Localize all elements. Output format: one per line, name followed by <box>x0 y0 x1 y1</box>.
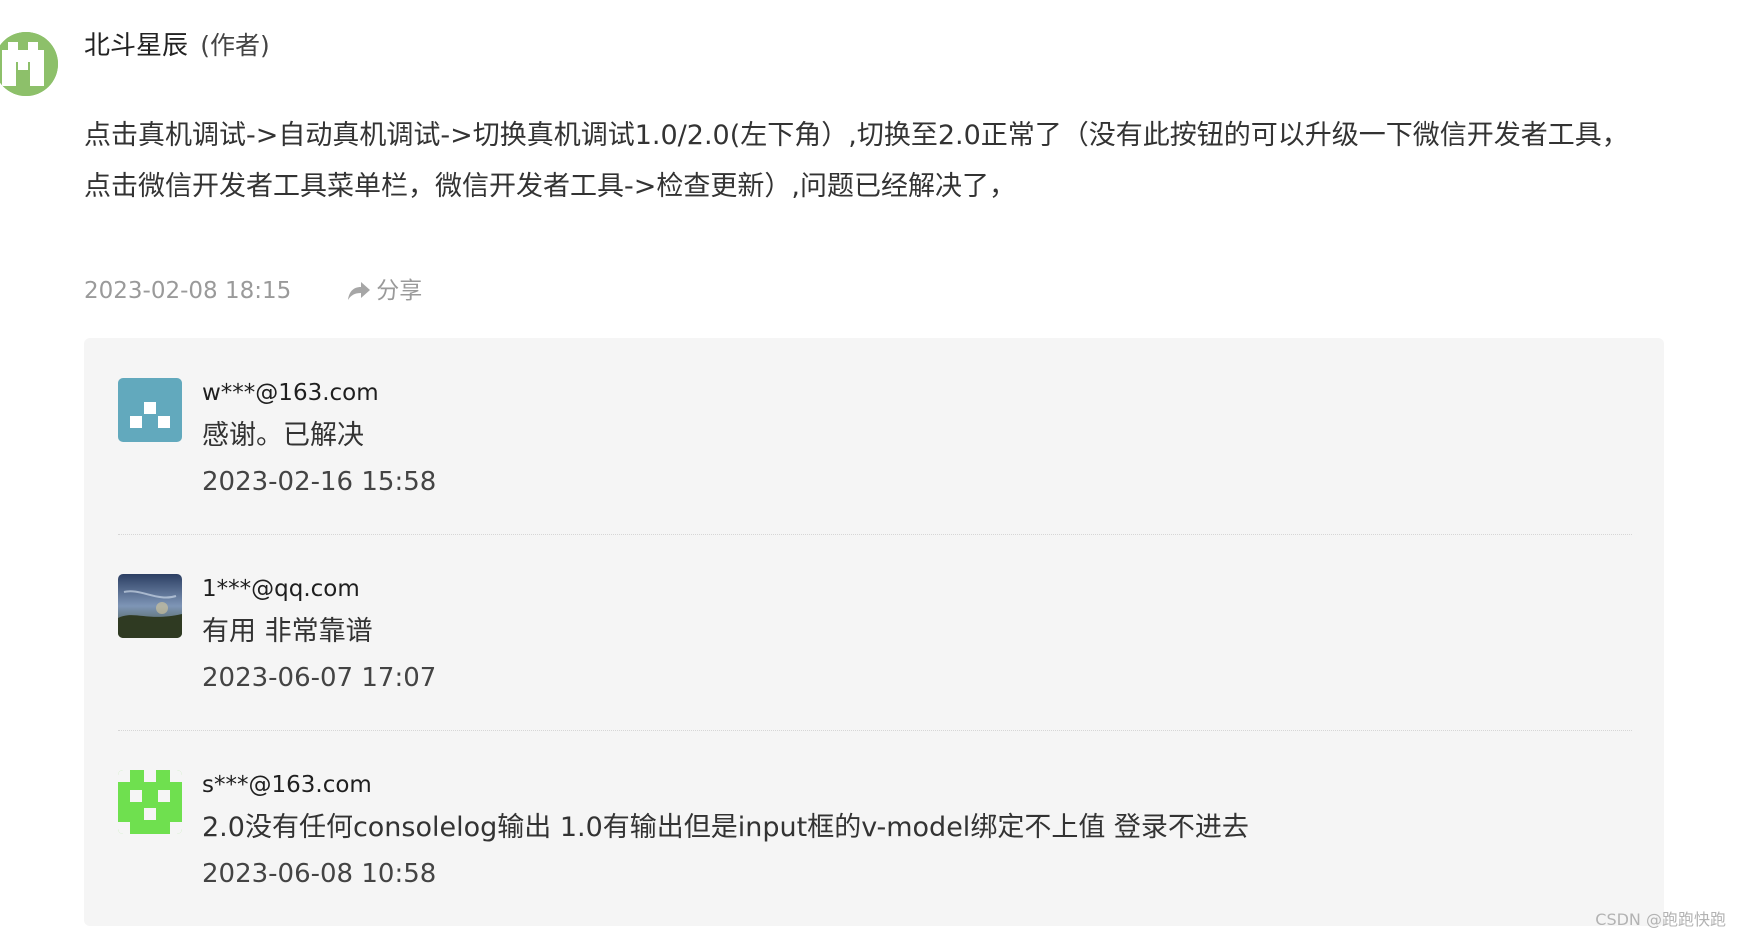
reply-time: 2023-06-08 10:58 <box>202 859 437 889</box>
author-line: 北斗星辰 (作者) <box>84 28 270 64</box>
author-avatar-icon <box>0 32 58 96</box>
share-button[interactable]: 分享 <box>347 275 422 307</box>
reply-text: 2.0没有任何consolelog输出 1.0有输出但是input框的v-mod… <box>202 812 1249 843</box>
identicon-avatar <box>118 770 182 834</box>
reply-avatar[interactable] <box>118 378 182 442</box>
share-label: 分享 <box>376 278 423 304</box>
reply-time: 2023-02-16 15:58 <box>202 467 437 497</box>
reply-divider <box>118 534 1632 535</box>
author-name[interactable]: 北斗星辰 <box>84 31 188 61</box>
reply-user[interactable]: w***@163.com <box>202 378 379 408</box>
reply-user[interactable]: 1***@qq.com <box>202 574 360 604</box>
reply-avatar[interactable] <box>118 574 182 638</box>
share-icon <box>348 282 371 300</box>
author-avatar[interactable] <box>0 32 58 96</box>
reply-divider <box>118 730 1632 731</box>
replies-panel: w***@163.com 感谢。已解决 2023-02-16 15:58 1**… <box>84 338 1664 926</box>
identicon-avatar <box>118 378 182 442</box>
post-body: 点击真机调试->自动真机调试->切换真机调试1.0/2.0(左下角）,切换至2.… <box>84 120 1629 202</box>
post-meta: 2023-02-08 18:15 分享 <box>84 275 422 307</box>
post-timestamp: 2023-02-08 18:15 <box>84 278 292 304</box>
watermark: CSDN @跑跑快跑 <box>1595 910 1726 929</box>
photo-avatar <box>118 574 182 638</box>
reply-time: 2023-06-07 17:07 <box>202 663 437 693</box>
reply-text: 有用 非常靠谱 <box>202 616 373 647</box>
reply-user[interactable]: s***@163.com <box>202 770 372 800</box>
reply-avatar[interactable] <box>118 770 182 834</box>
author-tag: (作者) <box>200 31 270 60</box>
comment-thread: 北斗星辰 (作者) 点击真机调试->自动真机调试->切换真机调试1.0/2.0(… <box>0 0 1738 948</box>
reply-text: 感谢。已解决 <box>202 420 364 451</box>
